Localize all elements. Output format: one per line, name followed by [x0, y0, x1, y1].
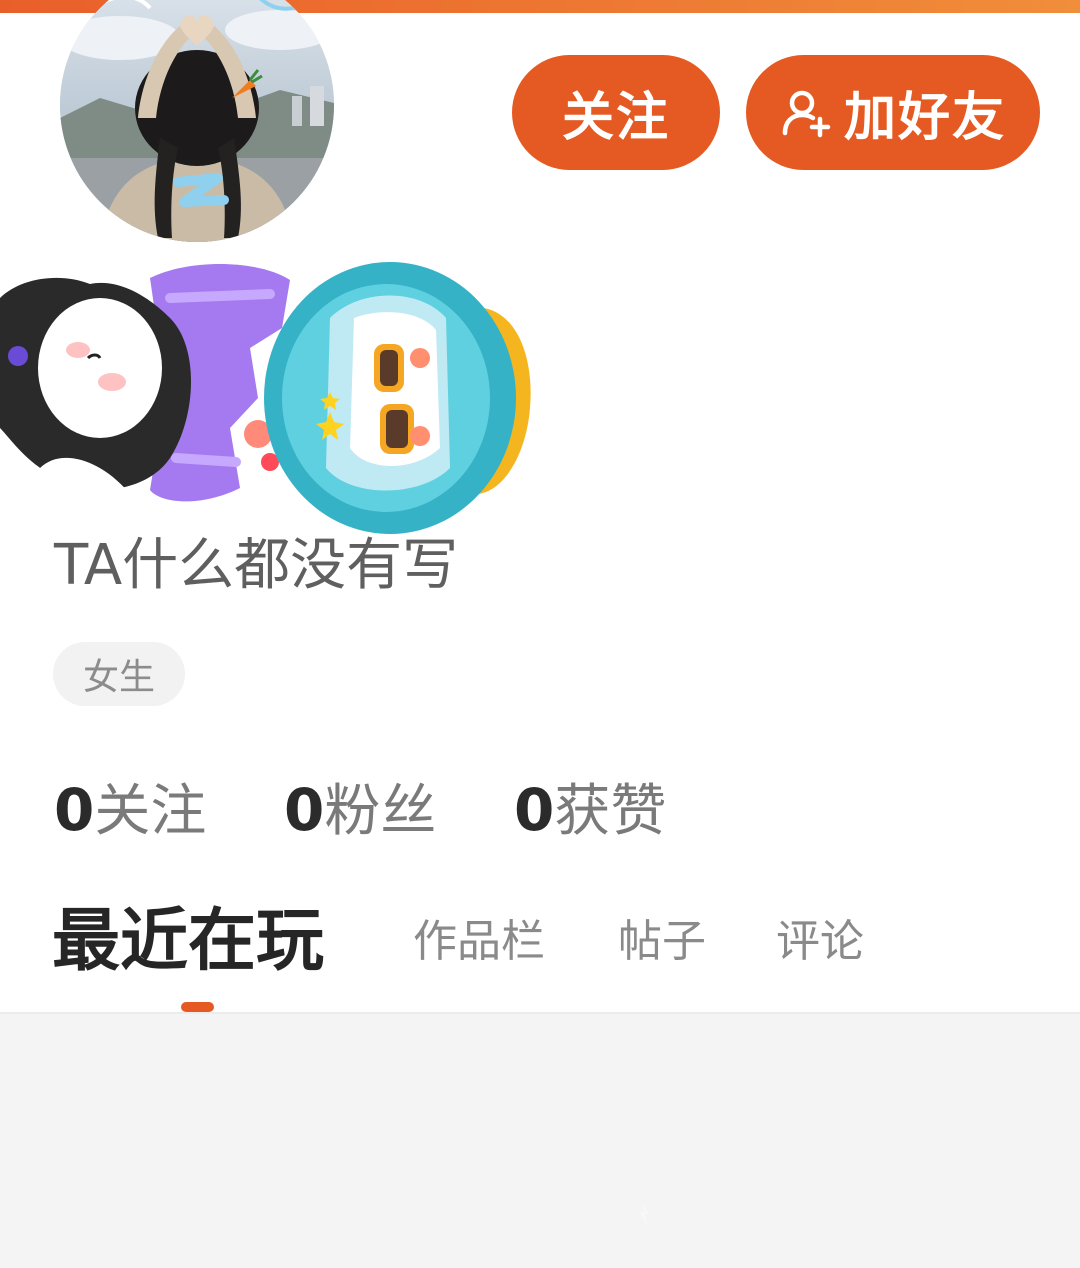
avatar[interactable]	[60, 0, 334, 242]
tab-comments[interactable]: 评论	[776, 914, 864, 970]
profile-bio: TA什么都没有写	[54, 533, 459, 598]
tab-recently-played[interactable]: 最近在玩	[52, 900, 324, 984]
avatar-photo	[60, 0, 334, 242]
fans-label: 粉丝	[324, 779, 437, 844]
loading-icon	[639, 1202, 649, 1226]
follow-button-label: 关注	[561, 88, 670, 148]
following-label: 关注	[94, 779, 207, 844]
likes-label: 获赞	[554, 779, 667, 844]
tab-works[interactable]: 作品栏	[413, 914, 545, 970]
add-friend-button[interactable]: 加好友	[746, 55, 1040, 170]
add-friend-button-label: 加好友	[843, 88, 1006, 148]
sticker-badge	[0, 258, 545, 548]
tab-content-area	[0, 1014, 1080, 1268]
following-count: 0	[54, 776, 95, 844]
likes-count: 0	[514, 776, 555, 844]
stat-likes[interactable]: 0 获赞	[514, 766, 666, 847]
fans-count: 0	[284, 776, 325, 844]
active-tab-indicator	[181, 1002, 214, 1012]
profile-tabs: 最近在玩 作品栏 帖子 评论	[0, 900, 1080, 1012]
gender-tag: 女生	[53, 642, 185, 706]
stat-following[interactable]: 0 关注	[54, 766, 206, 847]
follow-button[interactable]: 关注	[512, 55, 720, 170]
add-user-icon	[782, 90, 831, 137]
stat-fans[interactable]: 0 粉丝	[284, 766, 436, 847]
tab-posts[interactable]: 帖子	[618, 914, 706, 970]
